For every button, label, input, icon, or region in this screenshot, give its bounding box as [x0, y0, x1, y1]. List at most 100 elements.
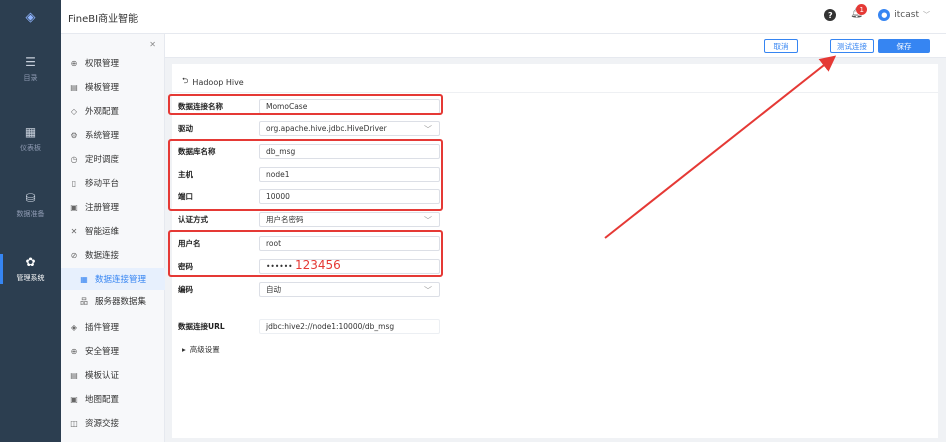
submenu-item-system[interactable]: ⚙ 系统管理	[61, 124, 165, 146]
notification-button[interactable]: 🔔︎ 1	[850, 4, 868, 22]
connection-icon: ▦	[80, 274, 88, 284]
form-row-driver: 驱动 org.apache.hive.jdbc.HiveDriver ﹀	[178, 120, 448, 136]
encoding-select[interactable]: 自动 ﹀	[259, 281, 440, 297]
select-value: 自动	[266, 284, 281, 294]
field-label: 认证方式	[178, 214, 208, 224]
nav-label: 仪表板	[20, 144, 41, 152]
chevron-down-icon: ﹀	[424, 215, 432, 225]
submenu-label: 模板认证	[85, 371, 120, 381]
submenu-item-server-dataset[interactable]: 品服务器数据集	[61, 290, 165, 312]
select-value: org.apache.hive.jdbc.HiveDriver	[266, 123, 387, 133]
connection-url-input[interactable]: jdbc:hive2://node1:10000/db_msg	[259, 318, 440, 334]
form-row-encoding: 编码 自动 ﹀	[178, 281, 448, 297]
chevron-down-icon: ﹀	[923, 11, 930, 19]
help-icon[interactable]: ?	[824, 9, 837, 21]
submenu-label: 定时调度	[85, 155, 120, 165]
field-label: 编码	[178, 284, 193, 294]
collapse-icon[interactable]: ✕	[149, 40, 156, 49]
submenu-label: 地图配置	[85, 395, 120, 405]
app-title: FineBI商业智能	[68, 14, 139, 25]
submenu-item-map[interactable]: ▣ 地图配置	[61, 388, 165, 410]
logo-icon[interactable]: ◈	[0, 0, 61, 34]
password-annotation: 123456	[295, 258, 341, 272]
chevron-down-icon: ﹀	[424, 124, 432, 134]
nav-item-data-prep[interactable]: ⛁ 数据准备	[0, 182, 61, 228]
list-icon: ☰	[25, 55, 36, 69]
security-icon: ⊕	[70, 346, 78, 356]
settings-icon: ⚙	[70, 130, 78, 140]
advanced-settings-toggle[interactable]: ▸ 高级设置	[182, 344, 220, 355]
submenu-item-permissions[interactable]: ⊕ 权限管理	[61, 52, 165, 74]
submenu-label: 插件管理	[85, 323, 120, 333]
annotation-box-database-host-port	[168, 139, 443, 211]
dashboard-icon: ▦	[24, 125, 37, 139]
divider	[172, 92, 938, 93]
field-label: 驱动	[178, 123, 193, 133]
clock-icon: ◷	[70, 154, 78, 164]
submenu-label: 数据连接管理	[95, 275, 147, 285]
submenu-label: 资源交接	[85, 419, 120, 429]
field-label: 数据连接URL	[178, 321, 225, 331]
back-arrow-icon: ⮌	[182, 76, 189, 85]
avatar: ●	[878, 9, 891, 21]
connection-type: Hadoop Hive	[192, 77, 244, 87]
submenu-label: 注册管理	[85, 203, 120, 213]
submenu-item-templates[interactable]: ▤ 模板管理	[61, 76, 165, 98]
driver-select[interactable]: org.apache.hive.jdbc.HiveDriver ﹀	[259, 120, 440, 136]
submenu-item-ops[interactable]: ✕ 智能运维	[61, 220, 165, 242]
database-icon: ⛁	[25, 191, 36, 205]
left-nav: ☰ 目录 ▦ 仪表板 ⛁ 数据准备 ✿ 管理系统	[0, 34, 61, 442]
dataset-icon: 品	[80, 296, 88, 306]
test-connection-button[interactable]: 测试连接	[830, 39, 874, 53]
handover-icon: ◫	[70, 418, 78, 428]
back-link[interactable]: ⮌ Hadoop Hive	[182, 75, 244, 89]
registration-icon: ▣	[70, 202, 78, 212]
submenu-item-template-auth[interactable]: ▤ 模板认证	[61, 364, 165, 386]
top-bar: ◈ FineBI商业智能 ? 🔔︎ 1 ● itcast ﹀	[0, 0, 946, 34]
submenu-label: 模板管理	[85, 83, 120, 93]
ops-icon: ✕	[70, 226, 78, 236]
notification-badge: 1	[856, 4, 868, 15]
nav-label: 目录	[23, 74, 38, 82]
annotation-box-connection-name	[168, 94, 443, 115]
header-actions: ? 🔔︎ 1 ● itcast ﹀	[824, 4, 930, 22]
chevron-down-icon: ﹀	[424, 285, 432, 295]
advanced-settings-label: 高级设置	[189, 345, 220, 354]
submenu-label: 权限管理	[85, 59, 120, 69]
submenu-item-schedule[interactable]: ◷ 定时调度	[61, 148, 165, 170]
cancel-button[interactable]: 取消	[764, 39, 798, 53]
gear-icon: ✿	[25, 255, 36, 269]
nav-item-catalog[interactable]: ☰ 目录	[0, 46, 61, 92]
submenu-item-plugins[interactable]: ◈ 插件管理	[61, 316, 165, 338]
mobile-icon: ▯	[71, 178, 77, 188]
submenu-item-appearance[interactable]: ◇ 外观配置	[61, 100, 165, 122]
submenu-label: 服务器数据集	[95, 297, 147, 307]
map-icon: ▣	[70, 394, 78, 404]
submenu-label: 数据连接	[85, 251, 120, 261]
submenu-item-security[interactable]: ⊕ 安全管理	[61, 340, 165, 362]
appearance-icon: ◇	[70, 106, 78, 116]
submenu-label: 智能运维	[85, 227, 120, 237]
user-name: itcast	[894, 10, 919, 20]
submenu-label: 安全管理	[85, 347, 120, 357]
form-row-auth: 认证方式 用户名密码 ﹀	[178, 211, 448, 227]
save-button[interactable]: 保存	[878, 39, 930, 53]
submenu-item-registration[interactable]: ▣ 注册管理	[61, 196, 165, 218]
certificate-icon: ▤	[70, 370, 78, 380]
shield-icon: ⊕	[70, 58, 78, 68]
plugin-icon: ◈	[70, 322, 78, 332]
submenu-label: 移动平台	[85, 179, 120, 189]
submenu-label: 系统管理	[85, 131, 120, 141]
submenu-item-data-connection[interactable]: ⊘ 数据连接	[61, 244, 165, 266]
nav-item-dashboard[interactable]: ▦ 仪表板	[0, 116, 61, 162]
link-icon: ⊘	[70, 250, 78, 260]
admin-submenu: ✕ ⊕ 权限管理 ▤ 模板管理 ◇ 外观配置 ⚙ 系统管理 ◷ 定时调度 ▯ 移动平台 ▣ 注…	[61, 34, 165, 442]
submenu-item-resource-handover[interactable]: ◫ 资源交接	[61, 412, 165, 434]
submenu-item-connection-management[interactable]: ▦ 数据连接管理	[61, 268, 165, 290]
nav-item-admin[interactable]: ✿ 管理系统	[0, 246, 61, 292]
auth-method-select[interactable]: 用户名密码 ﹀	[259, 211, 440, 227]
submenu-label: 外观配置	[85, 107, 120, 117]
action-toolbar: 取消 测试连接 保存	[165, 34, 946, 58]
user-menu[interactable]: ● itcast ﹀	[878, 9, 930, 21]
submenu-item-mobile[interactable]: ▯ 移动平台	[61, 172, 165, 194]
